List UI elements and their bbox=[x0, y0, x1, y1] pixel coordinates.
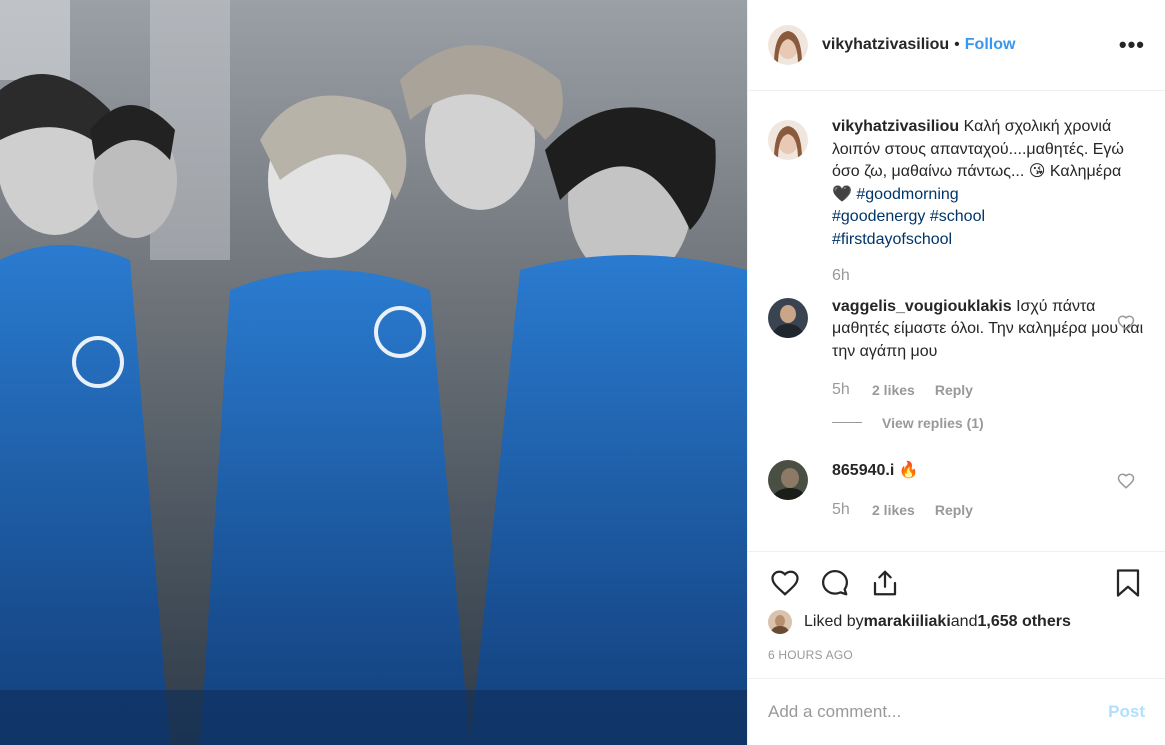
comment-time[interactable]: 5h bbox=[832, 379, 872, 402]
comment: vaggelis_vougiouklakis Ισχύ πάντα μαθητέ… bbox=[768, 296, 1145, 435]
bookmark-icon[interactable] bbox=[1111, 566, 1145, 600]
liked-by: Liked by marakiiliaki and 1,658 others bbox=[768, 610, 1145, 634]
liked-by-avatar[interactable] bbox=[768, 610, 792, 634]
photo-illustration bbox=[0, 0, 747, 745]
more-options-icon[interactable]: ••• bbox=[1119, 34, 1145, 56]
comment-text: vaggelis_vougiouklakis Ισχύ πάντα μαθητέ… bbox=[832, 296, 1145, 364]
comment-likes[interactable]: 2 likes bbox=[872, 499, 915, 522]
reply-button[interactable]: Reply bbox=[935, 379, 973, 402]
hashtag-goodenergy[interactable]: #goodenergy bbox=[832, 208, 925, 225]
post-photo[interactable] bbox=[0, 0, 747, 745]
author-avatar[interactable] bbox=[768, 25, 808, 65]
comment-time[interactable]: 5h bbox=[832, 499, 872, 522]
view-replies-button[interactable]: View replies (1) bbox=[832, 412, 1145, 435]
caption-username[interactable]: vikyhatzivasiliou bbox=[832, 118, 959, 135]
comment: 865940.i 🔥 5h 2 likes Reply bbox=[768, 460, 1145, 521]
post-header: vikyhatzivasiliou • Follow ••• bbox=[748, 0, 1165, 91]
caption-avatar[interactable] bbox=[768, 120, 808, 160]
comments-section[interactable]: vikyhatzivasiliou Καλή σχολική χρονιά λο… bbox=[748, 92, 1165, 551]
comment-avatar[interactable] bbox=[768, 460, 808, 500]
comment-input[interactable] bbox=[768, 702, 1109, 722]
hashtag-goodmorning[interactable]: #goodmorning bbox=[856, 186, 958, 203]
liked-by-user[interactable]: marakiiliaki bbox=[864, 613, 951, 631]
separator-dot: • bbox=[954, 36, 960, 53]
action-icons bbox=[768, 552, 1145, 614]
liked-by-mid: and bbox=[950, 613, 978, 630]
comment-username[interactable]: 865940.i bbox=[832, 462, 894, 479]
share-icon[interactable] bbox=[868, 566, 902, 600]
comment-like-heart-icon[interactable] bbox=[1117, 314, 1135, 332]
add-comment-bar: Post bbox=[748, 678, 1165, 745]
post-actions: Liked by marakiiliaki and 1,658 others 6… bbox=[748, 551, 1165, 662]
view-replies-line bbox=[832, 422, 862, 424]
caption-text: vikyhatzivasiliou Καλή σχολική χρονιά λο… bbox=[832, 116, 1145, 251]
hashtag-school[interactable]: #school bbox=[930, 208, 985, 225]
reply-button[interactable]: Reply bbox=[935, 499, 973, 522]
post-button[interactable]: Post bbox=[1108, 702, 1145, 722]
caption-time[interactable]: 6h bbox=[832, 265, 1145, 288]
comment-text: 865940.i 🔥 bbox=[832, 460, 1145, 483]
caption: vikyhatzivasiliou Καλή σχολική χρονιά λο… bbox=[768, 118, 1145, 288]
comment-username[interactable]: vaggelis_vougiouklakis bbox=[832, 298, 1012, 315]
follow-button[interactable]: Follow bbox=[965, 36, 1016, 54]
comment-body: 🔥 bbox=[898, 462, 919, 479]
post-panel: vikyhatzivasiliou • Follow ••• vikyhatzi… bbox=[747, 0, 1165, 745]
comment-like-heart-icon[interactable] bbox=[1117, 472, 1135, 490]
liked-by-prefix: Liked by bbox=[804, 613, 864, 630]
comment-meta: 5h 2 likes Reply bbox=[832, 499, 1145, 522]
comment-avatar[interactable] bbox=[768, 297, 808, 338]
comment-likes[interactable]: 2 likes bbox=[872, 379, 915, 402]
hashtag-firstdayofschool[interactable]: #firstdayofschool bbox=[832, 231, 952, 248]
post-timestamp[interactable]: 6 HOURS AGO bbox=[768, 648, 1145, 662]
comment-meta: 5h 2 likes Reply bbox=[832, 379, 1145, 402]
view-replies-label: View replies (1) bbox=[882, 414, 984, 431]
comment-bubble-icon[interactable] bbox=[818, 566, 852, 600]
author-username[interactable]: vikyhatzivasiliou bbox=[822, 36, 949, 54]
liked-by-others[interactable]: 1,658 others bbox=[977, 613, 1070, 631]
like-heart-icon[interactable] bbox=[768, 566, 802, 600]
